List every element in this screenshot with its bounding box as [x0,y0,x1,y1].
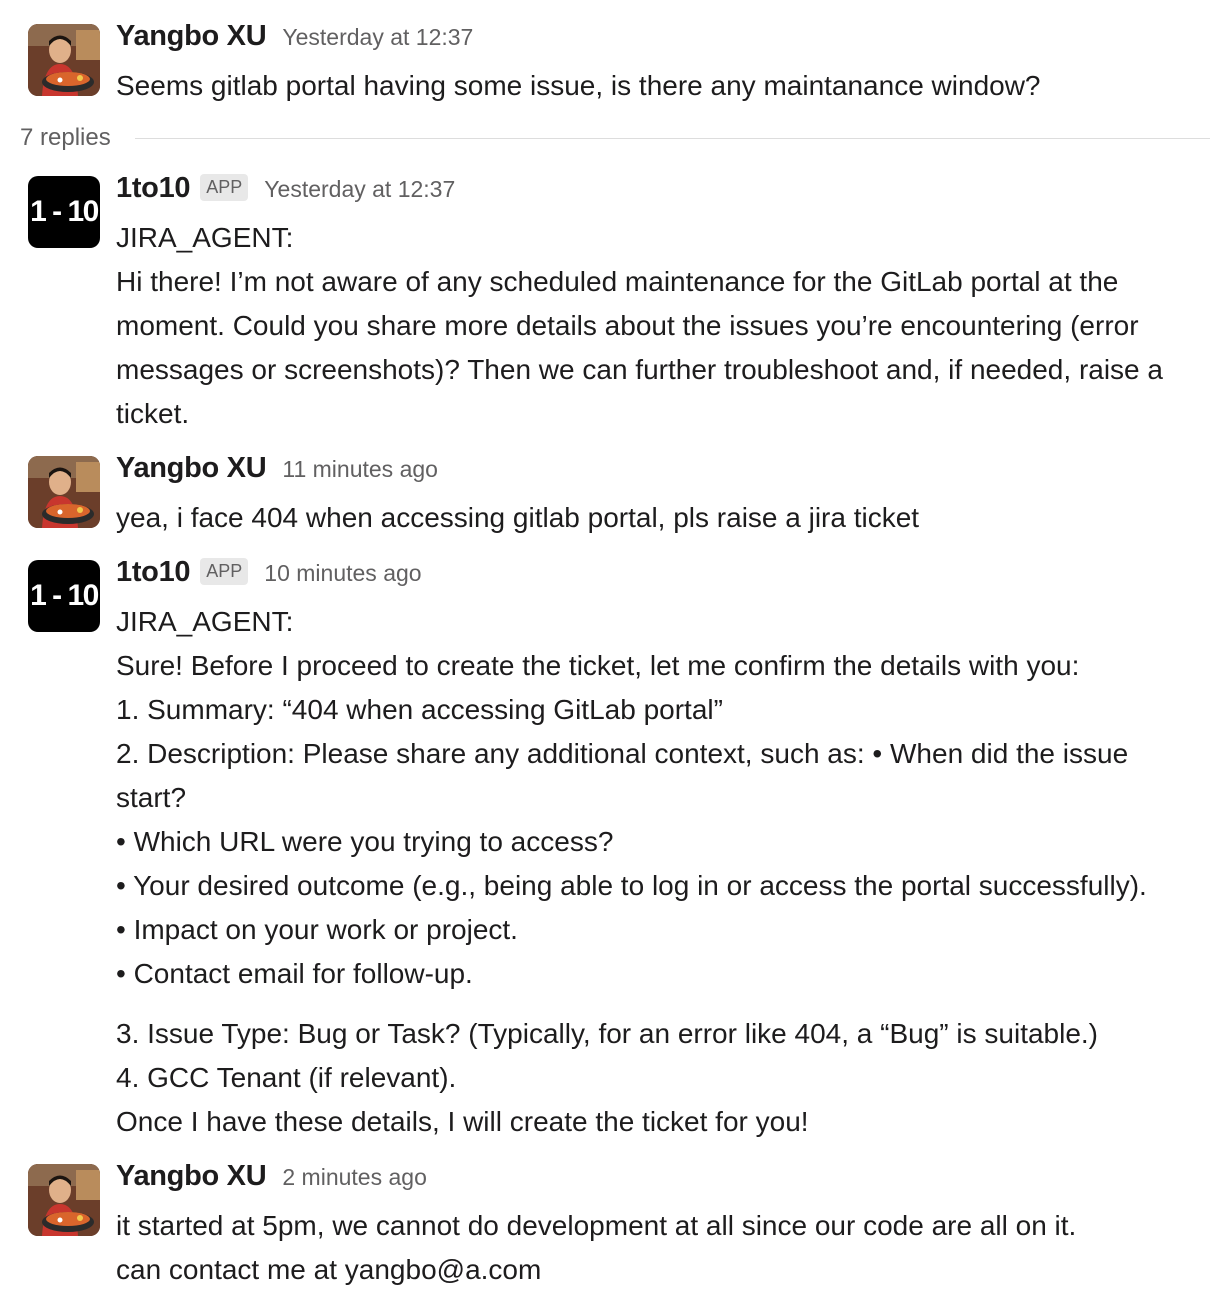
agent-suffix: : [285,222,294,253]
message-header: Yangbo XU 11 minutes ago [116,452,1206,496]
message-body: Yangbo XU 2 minutes ago it started at 5p… [116,1160,1206,1292]
user-avatar[interactable] [28,24,100,96]
message-body: 1to10 APP 10 minutes ago JIRA_AGENT: Sur… [116,556,1206,1144]
author-name[interactable]: Yangbo XU [116,452,267,485]
author-name[interactable]: Yangbo XU [116,20,267,53]
message-text: • Your desired outcome (e.g., being able… [116,870,1147,901]
app-badge: APP [200,174,249,201]
message-text: • Impact on your work or project. [116,914,518,945]
message-header: 1to10 APP Yesterday at 12:37 [116,172,1206,216]
message-body: Yangbo XU 11 minutes ago yea, i face 404… [116,452,1206,540]
message-text: can contact me at yangbo@a.com [116,1254,542,1285]
timestamp[interactable]: 10 minutes ago [264,560,421,587]
message-body: 1to10 APP Yesterday at 12:37 JIRA_AGENT:… [116,172,1206,436]
message-body: Yangbo XU Yesterday at 12:37 Seems gitla… [116,20,1206,108]
timestamp[interactable]: Yesterday at 12:37 [282,24,473,51]
agent-line: JIRA_AGENT: [116,600,1206,644]
divider-line [134,137,1210,139]
message-header: Yangbo XU Yesterday at 12:37 [116,20,1206,64]
message-text: Seems gitlab portal having some issue, i… [116,70,1041,101]
message-text: • Which URL were you trying to access? [116,826,614,857]
timestamp[interactable]: 11 minutes ago [282,456,438,483]
message-text: • Contact email for follow-up. [116,958,473,989]
user-photo-icon [28,24,100,96]
timestamp[interactable]: Yesterday at 12:37 [264,176,455,203]
author-name[interactable]: Yangbo XU [116,1160,267,1193]
author-name[interactable]: 1to10 [116,172,191,205]
user-avatar[interactable] [28,456,100,528]
message-thread: Yangbo XU Yesterday at 12:37 Seems gitla… [0,0,1210,1296]
message-header: 1to10 APP 10 minutes ago [116,556,1206,600]
user-avatar[interactable] [28,1164,100,1236]
agent-line: JIRA_AGENT: [116,216,1206,260]
agent-name: JIRA_AGENT [116,606,286,637]
message-text: yea, i face 404 when accessing gitlab po… [116,502,920,533]
agent-suffix: : [285,606,294,637]
message-text: Once I have these details, I will create… [116,1106,809,1137]
message-text: 1. Summary: “404 when accessing GitLab p… [116,694,723,725]
message-header: Yangbo XU 2 minutes ago [116,1160,1206,1204]
message-text: 3. Issue Type: Bug or Task? (Typically, … [116,1018,1099,1049]
author-name[interactable]: 1to10 [116,556,191,589]
replies-count[interactable]: 7 replies [20,124,111,152]
message-text: 2. Description: Please share any additio… [116,738,1129,769]
agent-name: JIRA_AGENT [116,222,286,253]
app-avatar[interactable]: 1 - 10 [28,176,100,248]
replies-divider: 7 replies [20,120,1210,156]
app-badge: APP [200,558,249,585]
user-photo-icon [28,1164,100,1236]
message-text: 4. GCC Tenant (if relevant). [116,1062,457,1093]
app-avatar[interactable]: 1 - 10 [28,560,100,632]
message-text: Sure! Before I proceed to create the tic… [116,650,1080,681]
message-text: it started at 5pm, we cannot do developm… [116,1210,1077,1241]
message-text: start? [116,782,187,813]
message-text: Hi there! I’m not aware of any scheduled… [116,266,1163,429]
user-photo-icon [28,456,100,528]
timestamp[interactable]: 2 minutes ago [282,1164,426,1191]
